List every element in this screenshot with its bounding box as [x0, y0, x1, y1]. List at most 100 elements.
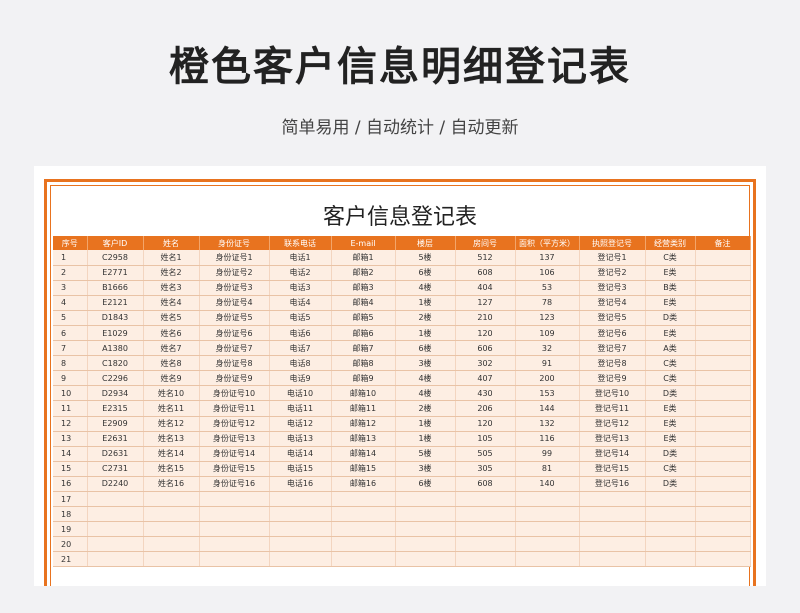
table-row: 17	[53, 491, 751, 508]
table-cell	[695, 446, 751, 462]
sheet-title: 客户信息登记表	[322, 205, 477, 230]
table-cell: 2楼	[395, 400, 456, 417]
table-cell	[455, 506, 516, 523]
table-cell: 200	[515, 370, 580, 387]
table-cell: C类	[645, 355, 696, 372]
table-cell: D类	[645, 385, 696, 402]
table-cell: 120	[455, 325, 516, 342]
table-cell: 606	[455, 340, 516, 357]
table-cell: E2631	[87, 431, 144, 447]
table-cell: 登记号10	[579, 385, 646, 402]
table-cell	[395, 506, 456, 523]
table-cell: 53	[515, 280, 580, 296]
table-cell	[645, 521, 696, 538]
table-cell: 32	[515, 340, 580, 357]
table-cell	[199, 551, 270, 568]
table-cell: 1楼	[395, 431, 456, 447]
table-cell	[695, 431, 751, 447]
table-row: 5 D1843 姓名5 身份证号5 电话5 邮箱5 2楼 210 123 登记号5 D类	[53, 310, 751, 326]
column-header: 楼层	[395, 236, 456, 250]
table-cell	[695, 265, 751, 281]
table-cell	[695, 310, 751, 326]
table-cell	[695, 325, 751, 342]
table-cell: 身份证号1	[199, 250, 270, 266]
table-cell: 登记号13	[579, 431, 646, 447]
table-cell	[87, 521, 144, 538]
table-row: 13 E2631 姓名13 身份证号13 电话13 邮箱13 1楼 105 116 登记号13 E类	[53, 431, 751, 447]
table-cell	[695, 506, 751, 523]
table-row: 10 D2934 姓名10 身份证号10 电话10 邮箱10 4楼 430 153 登记号10 D类	[53, 385, 751, 402]
table-cell: 邮箱1	[331, 250, 396, 266]
row-number-cell: 16	[53, 476, 88, 493]
row-number-cell: 7	[53, 340, 88, 357]
table-cell: C1820	[87, 355, 144, 372]
table-cell: B1666	[87, 280, 144, 296]
table-cell	[87, 551, 144, 568]
table-cell: A1380	[87, 340, 144, 357]
table-cell: 1楼	[395, 325, 456, 342]
table-cell: 姓名8	[143, 355, 200, 372]
table-cell: 608	[455, 265, 516, 281]
table-cell: 登记号11	[579, 400, 646, 417]
table-cell: 206	[455, 400, 516, 417]
table-row: 12 E2909 姓名12 身份证号12 电话12 邮箱12 1楼 120 132 登记号12 E类	[53, 416, 751, 432]
table-cell: 身份证号13	[199, 431, 270, 447]
table-cell: 99	[515, 446, 580, 462]
table-cell	[331, 521, 396, 538]
table-cell: 登记号3	[579, 280, 646, 296]
table-cell: D2631	[87, 446, 144, 462]
row-number-cell: 21	[53, 551, 88, 568]
row-number-cell: 14	[53, 446, 88, 462]
table-cell: 姓名7	[143, 340, 200, 357]
table-cell	[87, 491, 144, 508]
table-cell	[579, 551, 646, 568]
row-number-cell: 20	[53, 536, 88, 553]
table-cell	[515, 536, 580, 553]
column-header: 房间号	[455, 236, 516, 250]
table-cell	[579, 491, 646, 508]
table-cell: 5楼	[395, 250, 456, 266]
table-cell: C类	[645, 250, 696, 266]
table-cell	[143, 491, 200, 508]
table-cell: 电话2	[269, 265, 332, 281]
table-row: 18	[53, 506, 751, 523]
table-cell: 登记号5	[579, 310, 646, 326]
table-cell: 153	[515, 385, 580, 402]
table-cell	[143, 536, 200, 553]
table-cell: 姓名10	[143, 385, 200, 402]
table-cell: B类	[645, 280, 696, 296]
table-cell	[199, 506, 270, 523]
table-cell: 邮箱2	[331, 265, 396, 281]
column-header: 执照登记号	[579, 236, 646, 250]
page-title: 橙色客户信息明细登记表	[169, 44, 631, 90]
table-cell: 116	[515, 431, 580, 447]
table-cell	[331, 506, 396, 523]
table-cell	[645, 551, 696, 568]
table-cell: 电话3	[269, 280, 332, 296]
table-cell: 邮箱11	[331, 400, 396, 417]
table-cell	[645, 491, 696, 508]
table-cell: E类	[645, 295, 696, 311]
table-cell: D2934	[87, 385, 144, 402]
table-cell	[395, 491, 456, 508]
table-cell: 邮箱12	[331, 416, 396, 432]
table-row: 14 D2631 姓名14 身份证号14 电话14 邮箱14 5楼 505 99 登记号14 D类	[53, 446, 751, 462]
table-cell: 登记号2	[579, 265, 646, 281]
table-cell: 登记号15	[579, 461, 646, 477]
table-cell: 123	[515, 310, 580, 326]
table-cell: 132	[515, 416, 580, 432]
page-subtitle: 简单易用 / 自动统计 / 自动更新	[281, 118, 519, 138]
column-header: 备注	[695, 236, 751, 250]
table-cell	[395, 521, 456, 538]
table-cell: 登记号14	[579, 446, 646, 462]
table-cell	[695, 551, 751, 568]
table-row: 19	[53, 521, 751, 538]
customer-table: 序号 客户ID 姓名 身份证号 联系电话 E-mail 楼层 房间号 面积（平方米） 执照登记号经…	[53, 236, 751, 568]
table-cell: 姓名4	[143, 295, 200, 311]
table-cell	[579, 536, 646, 553]
table-cell: 姓名3	[143, 280, 200, 296]
table-cell: 邮箱5	[331, 310, 396, 326]
table-cell: 姓名12	[143, 416, 200, 432]
table-cell	[331, 536, 396, 553]
row-number-cell: 4	[53, 295, 88, 311]
